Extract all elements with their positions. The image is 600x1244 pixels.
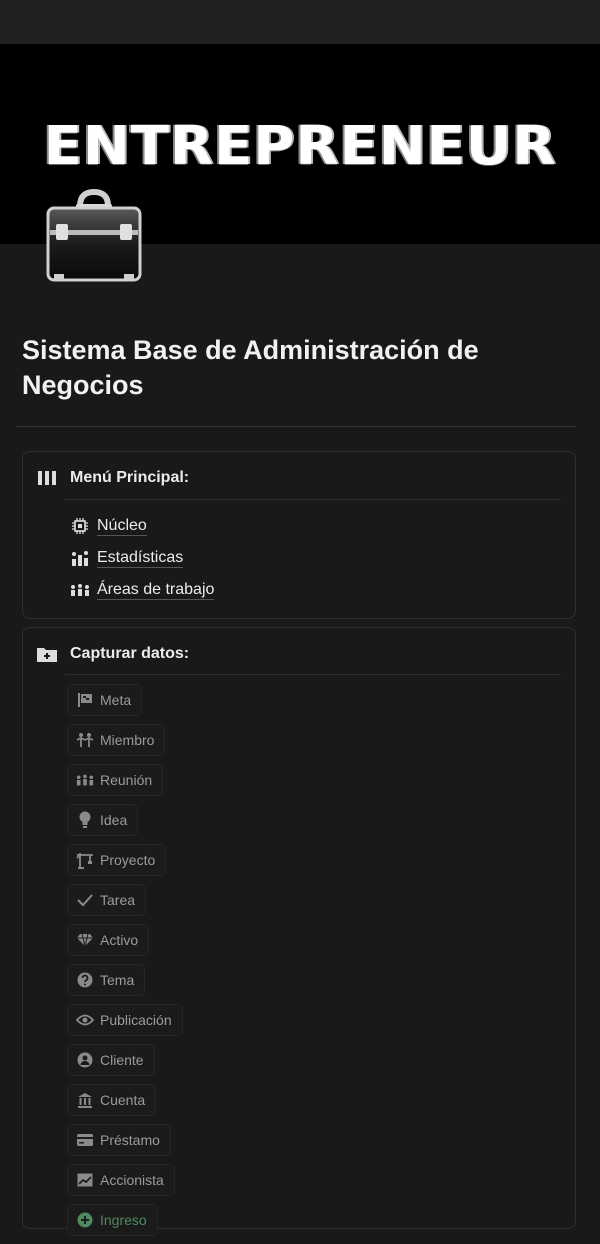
- capture-button-meta[interactable]: Meta: [67, 684, 143, 716]
- capture-data-callout: Capturar datos: Meta Miembro Reunión Ide…: [22, 627, 576, 1236]
- lightbulb-icon: [76, 811, 94, 829]
- diamond-icon: [76, 931, 94, 949]
- briefcase-icon[interactable]: [44, 188, 144, 284]
- nav-link-label: Estadísticas: [97, 549, 184, 568]
- nav-link-label: Áreas de trabajo: [97, 581, 215, 600]
- card-icon: [76, 1131, 94, 1149]
- bank-icon: [76, 1091, 94, 1109]
- divider: [65, 499, 561, 500]
- stats-icon: [69, 547, 91, 569]
- capture-button-miembro[interactable]: Miembro: [67, 724, 166, 756]
- capture-button-prestamo[interactable]: Préstamo: [67, 1124, 171, 1156]
- columns-icon: [37, 468, 57, 488]
- button-label: Accionista: [100, 1172, 164, 1188]
- capture-button-publicacion[interactable]: Publicación: [67, 1004, 183, 1036]
- meeting-icon: [76, 771, 94, 789]
- people-icon: [69, 579, 91, 601]
- capture-button-proyecto[interactable]: Proyecto: [67, 844, 167, 876]
- capture-button-ingreso[interactable]: Ingreso: [67, 1204, 158, 1236]
- divider: [65, 674, 561, 675]
- cover-title: ENTREPRENEUR: [43, 115, 557, 178]
- nav-link-label: Núcleo: [97, 517, 147, 536]
- nav-link-nucleo[interactable]: Núcleo: [69, 510, 214, 542]
- capture-data-heading: Capturar datos:: [70, 645, 190, 662]
- divider: [16, 426, 576, 427]
- nav-link-areas[interactable]: Áreas de trabajo: [69, 574, 215, 606]
- plus-circle-icon: [76, 1211, 94, 1229]
- user-icon: [76, 1051, 94, 1069]
- capture-button-idea[interactable]: Idea: [67, 804, 139, 836]
- members-icon: [76, 731, 94, 749]
- top-bar: [0, 0, 600, 44]
- capture-button-cuenta[interactable]: Cuenta: [67, 1084, 157, 1116]
- capture-button-cliente[interactable]: Cliente: [67, 1044, 155, 1076]
- button-label: Tema: [100, 972, 135, 988]
- capture-button-activo[interactable]: Activo: [67, 924, 150, 956]
- folder-plus-icon: [37, 644, 57, 664]
- button-label: Cliente: [100, 1052, 144, 1068]
- button-label: Proyecto: [100, 852, 156, 868]
- button-label: Reunión: [100, 772, 153, 788]
- button-label: Miembro: [100, 732, 155, 748]
- button-label: Ingreso: [100, 1212, 147, 1228]
- chart-icon: [76, 1171, 94, 1189]
- button-label: Meta: [100, 692, 132, 708]
- capture-button-reunion[interactable]: Reunión: [67, 764, 164, 796]
- capture-button-tema[interactable]: Tema: [67, 964, 146, 996]
- button-label: Cuenta: [100, 1092, 146, 1108]
- question-icon: [76, 971, 94, 989]
- check-icon: [76, 891, 94, 909]
- flag-icon: [76, 691, 94, 709]
- page-title: Sistema Base de Administración de Negoci…: [22, 335, 479, 400]
- eye-icon: [76, 1011, 94, 1029]
- button-label: Activo: [100, 932, 139, 948]
- capture-button-accionista[interactable]: Accionista: [67, 1164, 175, 1196]
- main-menu-header: Menú Principal:: [37, 468, 189, 488]
- button-label: Publicación: [100, 1012, 172, 1028]
- capture-button-tarea[interactable]: Tarea: [67, 884, 147, 916]
- nav-link-estadisticas[interactable]: Estadísticas: [69, 542, 214, 574]
- main-menu-callout: Menú Principal: Núcleo Estadísticas Área…: [22, 451, 576, 619]
- crane-icon: [76, 851, 94, 869]
- button-label: Tarea: [100, 892, 136, 908]
- button-label: Préstamo: [100, 1132, 160, 1148]
- chip-icon: [69, 515, 91, 537]
- button-label: Idea: [100, 812, 128, 828]
- capture-data-header: Capturar datos:: [37, 644, 189, 664]
- main-menu-heading: Menú Principal:: [70, 469, 190, 486]
